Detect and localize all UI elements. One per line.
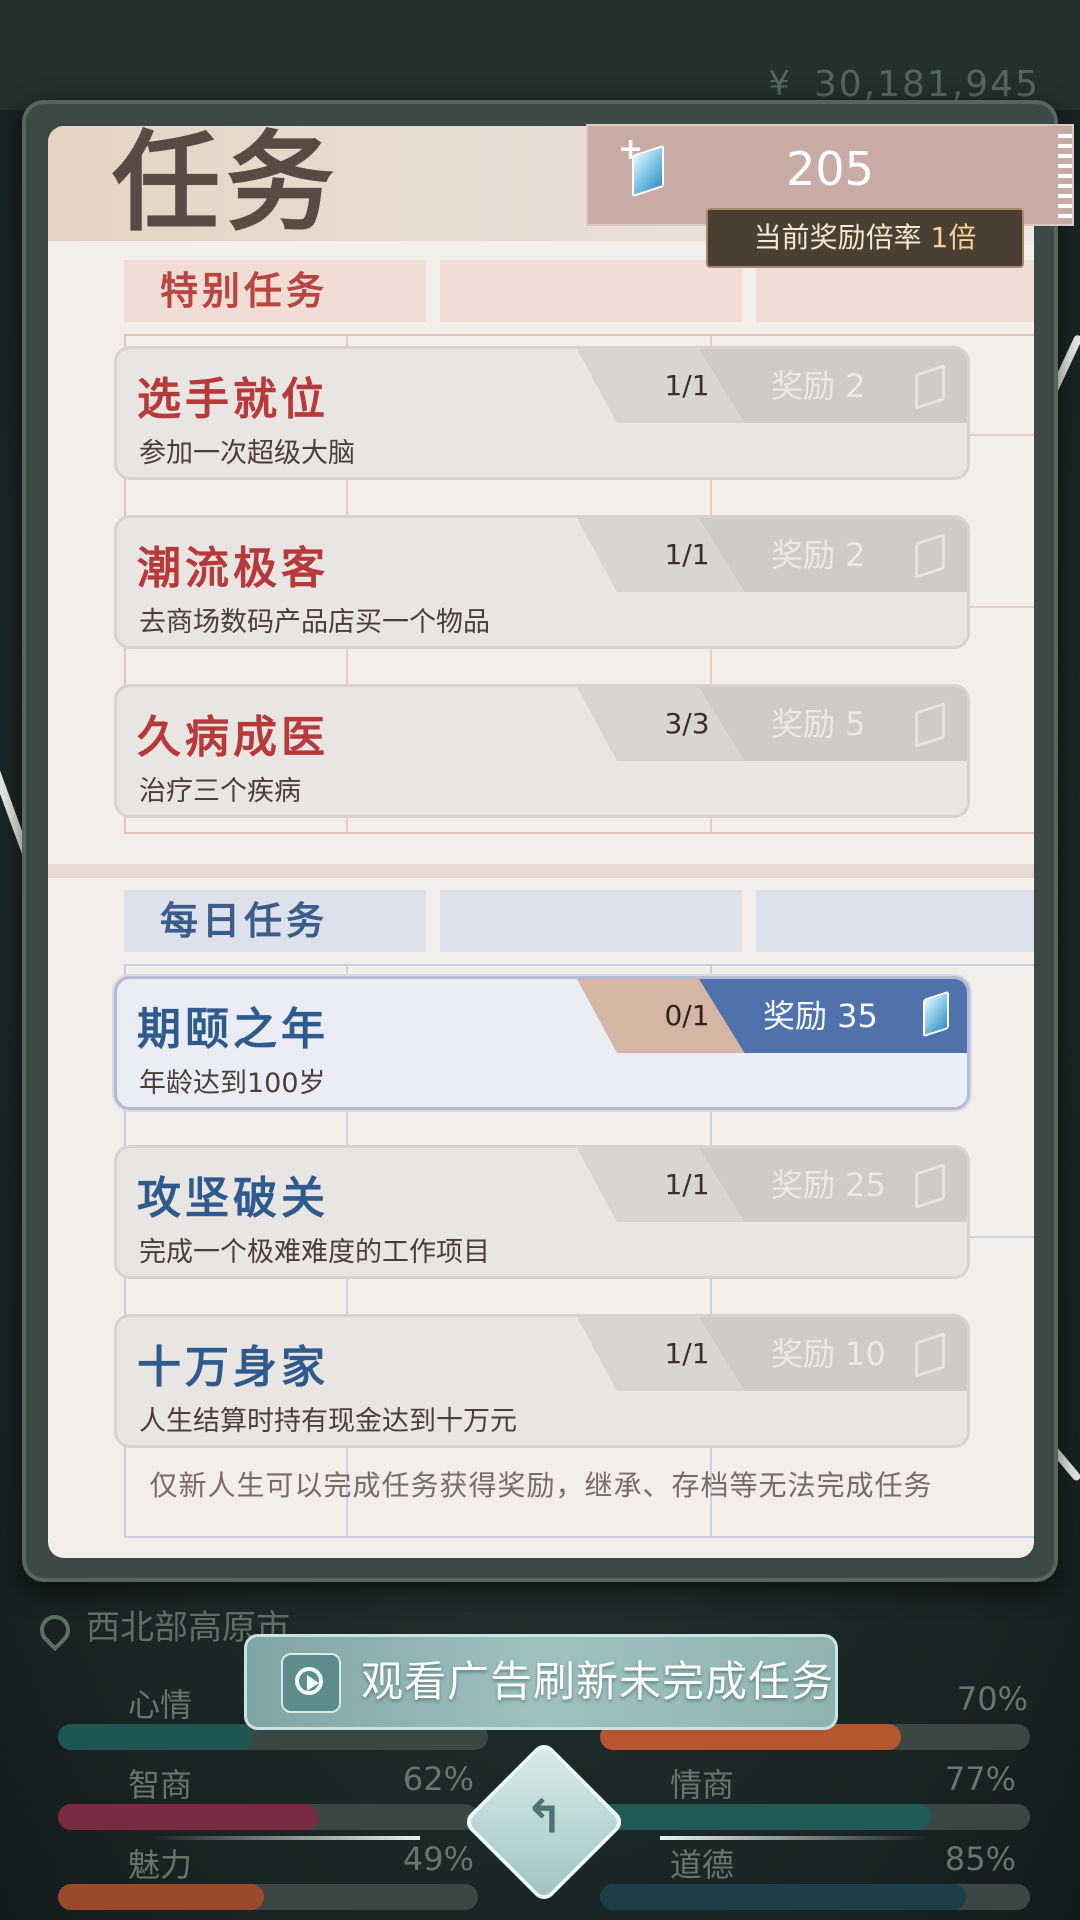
stat-mood-pct: 70% — [956, 1680, 1028, 1718]
charm-bar-fill — [58, 1884, 264, 1910]
task-desc: 人生结算时持有现金达到十万元 — [139, 1406, 517, 1437]
stat-charm-pct: 49% — [402, 1840, 474, 1878]
task-card[interactable]: 十万身家 人生结算时持有现金达到十万元 1/1 奖励 10 — [114, 1314, 970, 1448]
task-desc: 完成一个极难难度的工作项目 — [139, 1237, 490, 1268]
right-wing-decoration — [660, 1836, 930, 1840]
eq-bar — [600, 1804, 1030, 1830]
watch-ad-refresh-label: 观看广告刷新未完成任务 — [361, 1657, 835, 1706]
special-tasks-title: 特别任务 — [160, 269, 329, 313]
reward-button[interactable]: 奖励 35 — [699, 979, 967, 1053]
daily-tab-2 — [440, 890, 742, 952]
task-desc: 去商场数码产品店买一个物品 — [139, 607, 490, 638]
gem-outline-icon — [915, 1163, 945, 1209]
iq-bar — [58, 1804, 478, 1830]
section-divider — [48, 864, 1034, 878]
stat-eq-label: 情商 — [670, 1766, 735, 1804]
mood-bar-left-fill — [58, 1724, 252, 1750]
stat-iq-pct: 62% — [402, 1760, 474, 1798]
stat-eq: 情商 77% — [670, 1760, 1016, 1806]
stat-iq-label: 智商 — [128, 1766, 193, 1804]
daily-tasks-title: 每日任务 — [160, 899, 329, 943]
reward-claimed-button[interactable]: 奖励 25 — [699, 1148, 967, 1222]
back-arrow-icon: ↰ — [524, 1789, 564, 1844]
footnote: 仅新人生可以完成任务获得奖励，继承、存档等无法完成任务 — [149, 1469, 933, 1502]
task-card[interactable]: 选手就位 参加一次超级大脑 1/1 奖励 2 — [114, 346, 970, 480]
dotted-edge-decoration — [1058, 134, 1072, 218]
task-name: 潮流极客 — [137, 543, 329, 594]
stat-charm: 魅力 49% — [128, 1840, 474, 1886]
eq-bar-fill — [600, 1804, 932, 1830]
stat-mood-label: 心情 — [128, 1686, 193, 1724]
reward-label: 奖励 10 — [771, 1335, 886, 1373]
left-wing-decoration — [150, 1836, 420, 1840]
reward-claimed-button[interactable]: 奖励 10 — [699, 1317, 967, 1391]
special-tasks-header: 特别任务 — [124, 260, 1034, 322]
reward-claimed-button[interactable]: 奖励 2 — [699, 518, 967, 592]
task-desc: 参加一次超级大脑 — [139, 438, 355, 469]
task-card-active[interactable]: 期颐之年 年龄达到100岁 0/1 奖励 35 — [114, 976, 970, 1110]
morality-bar-fill — [600, 1884, 966, 1910]
reward-label: 奖励 2 — [771, 367, 866, 405]
task-card[interactable]: 久病成医 治疗三个疾病 3/3 奖励 5 — [114, 684, 970, 818]
reward-label: 奖励 2 — [771, 536, 866, 574]
task-card[interactable]: 攻坚破关 完成一个极难难度的工作项目 1/1 奖励 25 — [114, 1145, 970, 1279]
iq-bar-fill — [58, 1804, 319, 1830]
task-name: 十万身家 — [137, 1342, 329, 1393]
gem-icon — [923, 990, 949, 1038]
reward-label: 奖励 5 — [771, 705, 866, 743]
stat-morality: 道德 85% — [670, 1840, 1016, 1886]
background-top-bar: ¥ 30,181,945 — [0, 0, 1080, 110]
task-name: 期颐之年 — [137, 1004, 329, 1055]
daily-tab-1: 每日任务 — [124, 890, 426, 952]
reward-label: 奖励 25 — [771, 1166, 886, 1204]
reward-claimed-button[interactable]: 奖励 5 — [699, 687, 967, 761]
stat-morality-pct: 85% — [944, 1840, 1016, 1878]
stat-iq: 智商 62% — [128, 1760, 474, 1806]
special-tab-1: 特别任务 — [124, 260, 426, 322]
special-tab-2 — [440, 260, 742, 322]
task-card[interactable]: 潮流极客 去商场数码产品店买一个物品 1/1 奖励 2 — [114, 515, 970, 649]
location-pin-icon — [33, 1608, 77, 1651]
daily-tab-3 — [756, 890, 1034, 952]
page-title: 任务 — [112, 126, 341, 246]
currency-symbol: ¥ — [768, 64, 790, 104]
reward-rate-label: 当前奖励倍率 — [753, 221, 922, 254]
watch-ad-refresh-button[interactable]: 观看广告刷新未完成任务 — [244, 1634, 838, 1730]
replay-ad-icon — [281, 1653, 341, 1713]
reward-rate-badge: 当前奖励倍率 1倍 — [706, 208, 1024, 268]
gem-outline-icon — [915, 533, 945, 579]
task-desc: 治疗三个疾病 — [139, 776, 301, 807]
gem-outline-icon — [915, 702, 945, 748]
gem-count: 205 — [786, 142, 874, 196]
task-name: 攻坚破关 — [137, 1173, 329, 1224]
stat-charm-label: 魅力 — [128, 1846, 193, 1884]
reward-rate-value: 1倍 — [930, 221, 977, 254]
special-tab-3 — [756, 260, 1034, 322]
back-button[interactable]: ↰ — [461, 1739, 627, 1905]
morality-bar — [600, 1884, 1030, 1910]
gem-outline-icon — [915, 364, 945, 410]
reward-claimed-button[interactable]: 奖励 2 — [699, 349, 967, 423]
gem-outline-icon — [915, 1332, 945, 1378]
stat-morality-label: 道德 — [670, 1846, 735, 1884]
stat-eq-pct: 77% — [944, 1760, 1016, 1798]
task-name: 选手就位 — [137, 374, 329, 425]
reward-label: 奖励 35 — [763, 997, 878, 1035]
charm-bar — [58, 1884, 478, 1910]
daily-tasks-header: 每日任务 — [124, 890, 1034, 952]
task-desc: 年龄达到100岁 — [139, 1068, 326, 1099]
task-name: 久病成医 — [137, 712, 329, 763]
money-counter: 30,181,945 — [813, 64, 1040, 105]
